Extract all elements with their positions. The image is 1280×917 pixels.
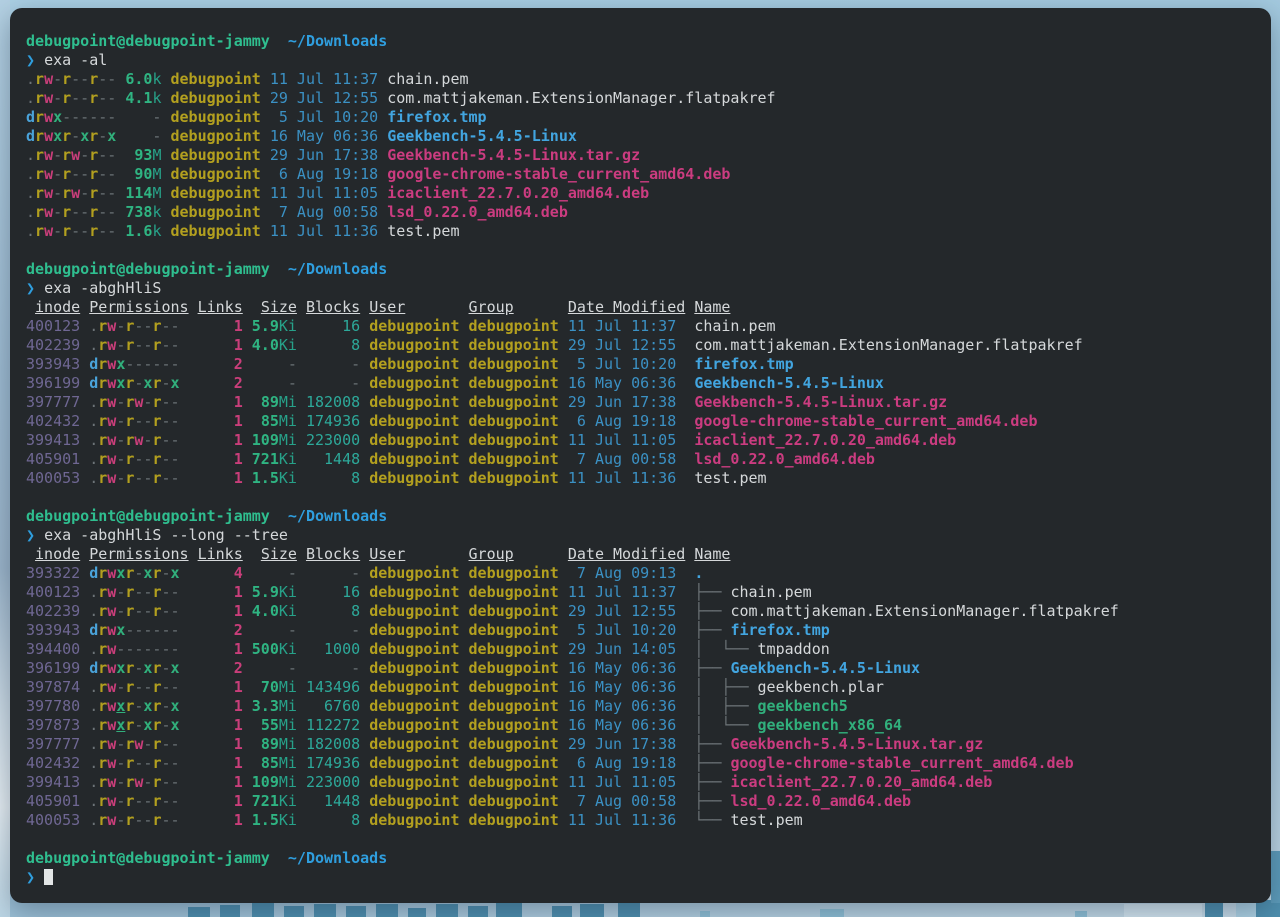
- tree-row: 393322 drwxr-xr-x 4 - - debugpoint debug…: [26, 564, 1259, 583]
- wallpaper-bar: [820, 909, 844, 917]
- wallpaper-right-edge: [1271, 851, 1280, 903]
- tree-row: 396199 drwxr-xr-x 2 - - debugpoint debug…: [26, 659, 1259, 678]
- output-row: drwx------ - debugpoint 5 Jul 10:20 fire…: [26, 108, 1259, 127]
- wallpaper-bar: [496, 902, 522, 917]
- wallpaper-left-edge: [0, 0, 10, 917]
- table-row: 399413 .rw-rw-r-- 1 109Mi 223000 debugpo…: [26, 431, 1259, 450]
- wallpaper-bar: [284, 906, 304, 917]
- output-row: .rw-r--r-- 1.6k debugpoint 11 Jul 11:36 …: [26, 222, 1259, 241]
- wallpaper-bar: [408, 908, 426, 917]
- wallpaper-bar: [314, 904, 336, 917]
- output-row: drwxr-xr-x - debugpoint 16 May 06:36 Gee…: [26, 127, 1259, 146]
- command-line: ❯ exa -abghHliS --long --tree: [26, 526, 1259, 545]
- terminal-content: debugpoint@debugpoint-jammy ~/Downloads❯…: [10, 8, 1271, 887]
- table-row: 402239 .rw-r--r-- 1 4.0Ki 8 debugpoint d…: [26, 336, 1259, 355]
- wallpaper-bar: [1075, 911, 1087, 917]
- blank-line: [26, 830, 1259, 849]
- wallpaper-bar: [580, 904, 604, 917]
- blank-line: [26, 488, 1259, 507]
- table-row: 400053 .rw-r--r-- 1 1.5Ki 8 debugpoint d…: [26, 469, 1259, 488]
- tree-row: 405901 .rw-r--r-- 1 721Ki 1448 debugpoin…: [26, 792, 1259, 811]
- tree-row: 394400 .rw------- 1 500Ki 1000 debugpoin…: [26, 640, 1259, 659]
- tree-row: 397873 .rwxr-xr-x 1 55Mi 112272 debugpoi…: [26, 716, 1259, 735]
- tree-row: 397780 .rwxr-xr-x 1 3.3Mi 6760 debugpoin…: [26, 697, 1259, 716]
- tree-row: 397874 .rw-r--r-- 1 70Mi 143496 debugpoi…: [26, 678, 1259, 697]
- output-row: .rw-rw-r-- 114M debugpoint 11 Jul 11:05 …: [26, 184, 1259, 203]
- table-header: inode Permissions Links Size Blocks User…: [26, 298, 1259, 317]
- wallpaper-bar: [1205, 902, 1223, 917]
- prompt-line: debugpoint@debugpoint-jammy ~/Downloads: [26, 849, 1259, 868]
- table-row: 400123 .rw-r--r-- 1 5.9Ki 16 debugpoint …: [26, 317, 1259, 336]
- wallpaper-bar: [220, 905, 240, 917]
- output-row: .rw-r--r-- 738k debugpoint 7 Aug 00:58 l…: [26, 203, 1259, 222]
- command-line: ❯ exa -abghHliS: [26, 279, 1259, 298]
- table-header: inode Permissions Links Size Blocks User…: [26, 545, 1259, 564]
- table-row: 393943 drwx------ 2 - - debugpoint debug…: [26, 355, 1259, 374]
- tree-row: 400123 .rw-r--r-- 1 5.9Ki 16 debugpoint …: [26, 583, 1259, 602]
- tree-row: 397777 .rw-rw-r-- 1 89Mi 182008 debugpoi…: [26, 735, 1259, 754]
- table-row: 397777 .rw-rw-r-- 1 89Mi 182008 debugpoi…: [26, 393, 1259, 412]
- cursor-line: ❯: [26, 868, 1259, 887]
- wallpaper-bar: [552, 906, 572, 917]
- tree-row: 402432 .rw-r--r-- 1 85Mi 174936 debugpoi…: [26, 754, 1259, 773]
- wallpaper-bar: [468, 906, 488, 917]
- terminal-window[interactable]: debugpoint@debugpoint-jammy ~/Downloads❯…: [10, 8, 1271, 903]
- wallpaper-bar: [188, 907, 210, 917]
- output-row: .rw-rw-r-- 93M debugpoint 29 Jun 17:38 G…: [26, 146, 1259, 165]
- wallpaper-panel: [1124, 904, 1202, 917]
- prompt-line: debugpoint@debugpoint-jammy ~/Downloads: [26, 260, 1259, 279]
- output-row: .rw-r--r-- 6.0k debugpoint 11 Jul 11:37 …: [26, 70, 1259, 89]
- text-cursor: [44, 869, 53, 885]
- wallpaper-bar: [436, 904, 458, 917]
- prompt-line: debugpoint@debugpoint-jammy ~/Downloads: [26, 507, 1259, 526]
- table-row: 396199 drwxr-xr-x 2 - - debugpoint debug…: [26, 374, 1259, 393]
- blank-line: [26, 241, 1259, 260]
- command-line: ❯ exa -al: [26, 51, 1259, 70]
- prompt-line: debugpoint@debugpoint-jammy ~/Downloads: [26, 32, 1259, 51]
- tree-row: 399413 .rw-rw-r-- 1 109Mi 223000 debugpo…: [26, 773, 1259, 792]
- wallpaper-bar: [700, 911, 710, 917]
- output-row: .rw-r--r-- 90M debugpoint 6 Aug 19:18 go…: [26, 165, 1259, 184]
- table-row: 405901 .rw-r--r-- 1 721Ki 1448 debugpoin…: [26, 450, 1259, 469]
- tree-row: 393943 drwx------ 2 - - debugpoint debug…: [26, 621, 1259, 640]
- tree-row: 402239 .rw-r--r-- 1 4.0Ki 8 debugpoint d…: [26, 602, 1259, 621]
- output-row: .rw-r--r-- 4.1k debugpoint 29 Jul 12:55 …: [26, 89, 1259, 108]
- wallpaper-bar: [346, 906, 366, 917]
- wallpaper-bar: [252, 903, 274, 917]
- wallpaper-bar: [376, 904, 398, 917]
- tree-row: 400053 .rw-r--r-- 1 1.5Ki 8 debugpoint d…: [26, 811, 1259, 830]
- table-row: 402432 .rw-r--r-- 1 85Mi 174936 debugpoi…: [26, 412, 1259, 431]
